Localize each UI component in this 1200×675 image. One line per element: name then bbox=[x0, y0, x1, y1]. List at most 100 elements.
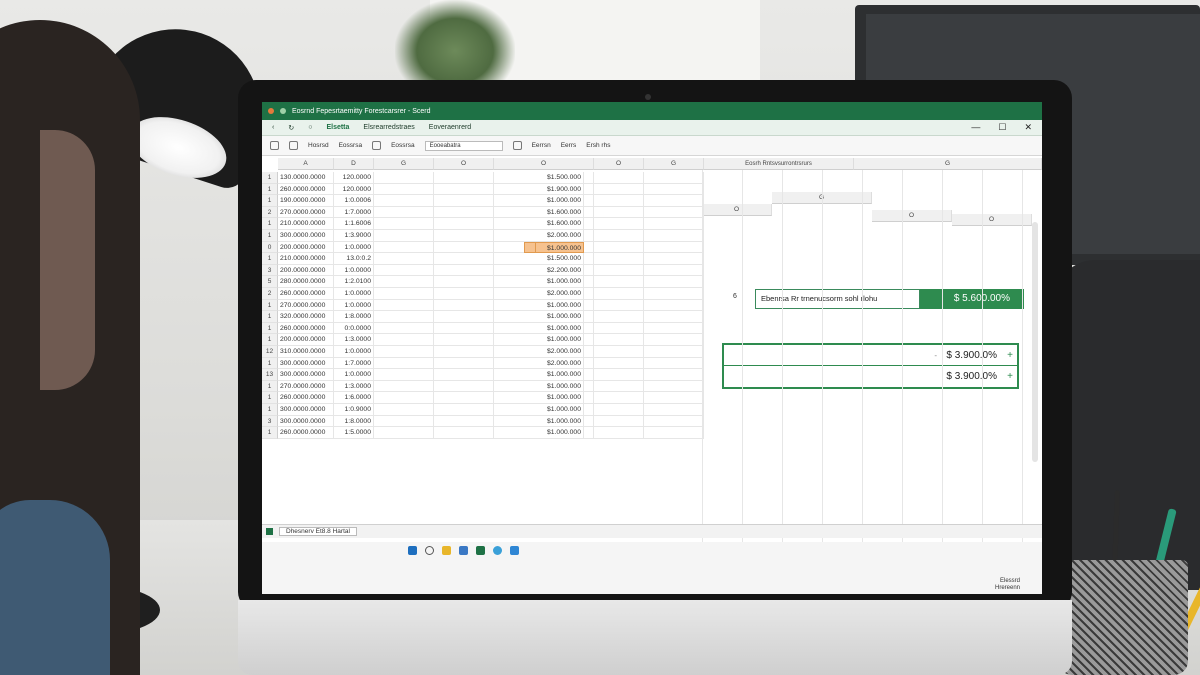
cell-col-a[interactable]: 200.0000.0000 bbox=[278, 241, 334, 254]
cell-empty[interactable] bbox=[584, 346, 644, 358]
cell-empty[interactable] bbox=[434, 218, 494, 230]
cell-col-b[interactable]: 1:3.9000 bbox=[334, 230, 374, 242]
back-arrow-icon[interactable]: ‹ bbox=[272, 124, 274, 131]
cell-col-g[interactable]: $2.000.000 bbox=[534, 288, 584, 300]
cell-empty[interactable] bbox=[644, 404, 704, 416]
cell-empty[interactable] bbox=[434, 380, 494, 393]
cell-empty[interactable] bbox=[584, 415, 644, 428]
row-header[interactable]: 1 bbox=[262, 183, 278, 196]
cell-empty[interactable] bbox=[434, 276, 494, 288]
cell-col-b[interactable]: 1:0.0000 bbox=[334, 241, 374, 254]
cell-col-b[interactable]: 1:0.9000 bbox=[334, 404, 374, 416]
cell-empty[interactable] bbox=[644, 427, 704, 439]
cell-empty[interactable] bbox=[434, 183, 494, 196]
row-header[interactable]: 1 bbox=[262, 299, 278, 312]
cell-empty[interactable] bbox=[434, 334, 494, 346]
cell-empty[interactable] bbox=[584, 288, 644, 300]
cell-empty[interactable] bbox=[584, 230, 644, 242]
cell-empty[interactable] bbox=[584, 195, 644, 207]
cell-col-b[interactable]: 1:7.0000 bbox=[334, 206, 374, 219]
cell-empty[interactable] bbox=[644, 334, 704, 346]
cell-empty[interactable] bbox=[434, 357, 494, 370]
spreadsheet-grid[interactable]: A D G O O O G Eosrh Rntsvsurrontrsrurs G… bbox=[262, 158, 1042, 564]
cell-col-a[interactable]: 260.0000.0000 bbox=[278, 183, 334, 196]
cell-empty[interactable] bbox=[374, 404, 434, 416]
cell-col-g[interactable]: $1.000.000 bbox=[534, 392, 584, 404]
column-header[interactable]: G bbox=[644, 158, 704, 170]
sheet-tab[interactable]: Dhesnerv Et8.8 Hartal bbox=[279, 527, 357, 536]
cell-empty[interactable] bbox=[584, 218, 644, 230]
sort-icon[interactable] bbox=[512, 141, 522, 150]
cell-col-b[interactable]: 1:0.0000 bbox=[334, 299, 374, 312]
cell-empty[interactable] bbox=[374, 241, 434, 254]
row-header[interactable]: 1 bbox=[262, 230, 278, 242]
paste-icon[interactable] bbox=[289, 141, 298, 150]
cell-empty[interactable] bbox=[434, 288, 494, 300]
row-header[interactable]: 2 bbox=[262, 288, 278, 300]
maximize-button[interactable]: ☐ bbox=[998, 122, 1006, 133]
cell-empty[interactable] bbox=[644, 322, 704, 335]
cell-empty[interactable] bbox=[434, 230, 494, 242]
cell-empty[interactable] bbox=[374, 357, 434, 370]
refresh-icon[interactable]: ○ bbox=[308, 124, 312, 131]
cell-empty[interactable] bbox=[434, 427, 494, 439]
cell-col-g[interactable]: $1.000.000 bbox=[534, 299, 584, 312]
cell-empty[interactable] bbox=[434, 404, 494, 416]
cell-empty[interactable] bbox=[374, 427, 434, 439]
cell-empty[interactable] bbox=[584, 369, 644, 381]
cell-empty[interactable] bbox=[644, 241, 704, 254]
cell-empty[interactable] bbox=[584, 404, 644, 416]
summary-label-cell[interactable]: Ebenrsa Rr trnenucsorm sohl rlohu bbox=[755, 289, 920, 309]
cell-col-b[interactable]: 1:8.0000 bbox=[334, 311, 374, 323]
cell-empty[interactable] bbox=[644, 415, 704, 428]
cell-col-b[interactable]: 1:1.6006 bbox=[334, 218, 374, 230]
cell-empty[interactable] bbox=[584, 357, 644, 370]
start-icon[interactable] bbox=[408, 546, 417, 555]
column-header[interactable]: Eosrh Rntsvsurrontrsrurs bbox=[704, 158, 854, 170]
cell-col-a[interactable]: 260.0000.0000 bbox=[278, 427, 334, 439]
cell-col-a[interactable]: 200.0000.0000 bbox=[278, 264, 334, 277]
cell-empty[interactable] bbox=[644, 311, 704, 323]
cell-empty[interactable] bbox=[644, 288, 704, 300]
cell-empty[interactable] bbox=[374, 276, 434, 288]
cell-empty[interactable] bbox=[434, 392, 494, 404]
cell-empty[interactable] bbox=[584, 253, 644, 265]
cell-empty[interactable] bbox=[584, 299, 644, 312]
percent-row[interactable]: $ 3.900.0% + bbox=[724, 366, 1017, 387]
row-header[interactable]: 3 bbox=[262, 415, 278, 428]
cell-empty[interactable] bbox=[374, 264, 434, 277]
cell-empty[interactable] bbox=[644, 392, 704, 404]
row-header[interactable]: 13 bbox=[262, 369, 278, 381]
row-header[interactable]: 1 bbox=[262, 218, 278, 230]
row-header[interactable]: 1 bbox=[262, 392, 278, 404]
folder-icon[interactable] bbox=[442, 546, 451, 555]
cell-empty[interactable] bbox=[584, 206, 644, 219]
cell-empty[interactable] bbox=[434, 311, 494, 323]
cell-empty[interactable] bbox=[374, 299, 434, 312]
cell-col-a[interactable]: 270.0000.0000 bbox=[278, 380, 334, 393]
cell-col-g[interactable]: $1.000.000 bbox=[534, 311, 584, 323]
close-button[interactable]: ✕ bbox=[1024, 122, 1032, 133]
cell-col-a[interactable]: 300.0000.0000 bbox=[278, 230, 334, 242]
cell-empty[interactable] bbox=[644, 369, 704, 381]
cell-col-b[interactable]: 1:7.0000 bbox=[334, 357, 374, 370]
cell-col-b[interactable]: 1:3.0000 bbox=[334, 380, 374, 393]
cell-col-g[interactable]: $2.000.000 bbox=[534, 357, 584, 370]
cell-col-a[interactable]: 310.0000.0000 bbox=[278, 346, 334, 358]
name-box-input[interactable]: Eooeabatra bbox=[424, 140, 503, 151]
cell-col-a[interactable]: 300.0000.0000 bbox=[278, 369, 334, 381]
cell-col-a[interactable]: 260.0000.0000 bbox=[278, 288, 334, 300]
cell-empty[interactable] bbox=[644, 264, 704, 277]
cell-col-a[interactable]: 260.0000.0000 bbox=[278, 322, 334, 335]
format-icon[interactable] bbox=[372, 141, 382, 150]
percent-table[interactable]: - $ 3.900.0% + $ 3.900.0% + bbox=[722, 343, 1019, 389]
cell-col-g[interactable]: $1.000.000 bbox=[534, 404, 584, 416]
active-cell-highlight[interactable] bbox=[524, 241, 536, 254]
row-header[interactable]: 1 bbox=[262, 334, 278, 346]
cell-empty[interactable] bbox=[434, 369, 494, 381]
row-header[interactable]: 1 bbox=[262, 172, 278, 184]
selected-cell[interactable]: $1.000.000 bbox=[534, 241, 584, 254]
minimize-button[interactable]: — bbox=[971, 122, 980, 133]
cell-col-a[interactable]: 300.0000.0000 bbox=[278, 357, 334, 370]
cell-col-g[interactable]: $1.900.000 bbox=[534, 183, 584, 196]
